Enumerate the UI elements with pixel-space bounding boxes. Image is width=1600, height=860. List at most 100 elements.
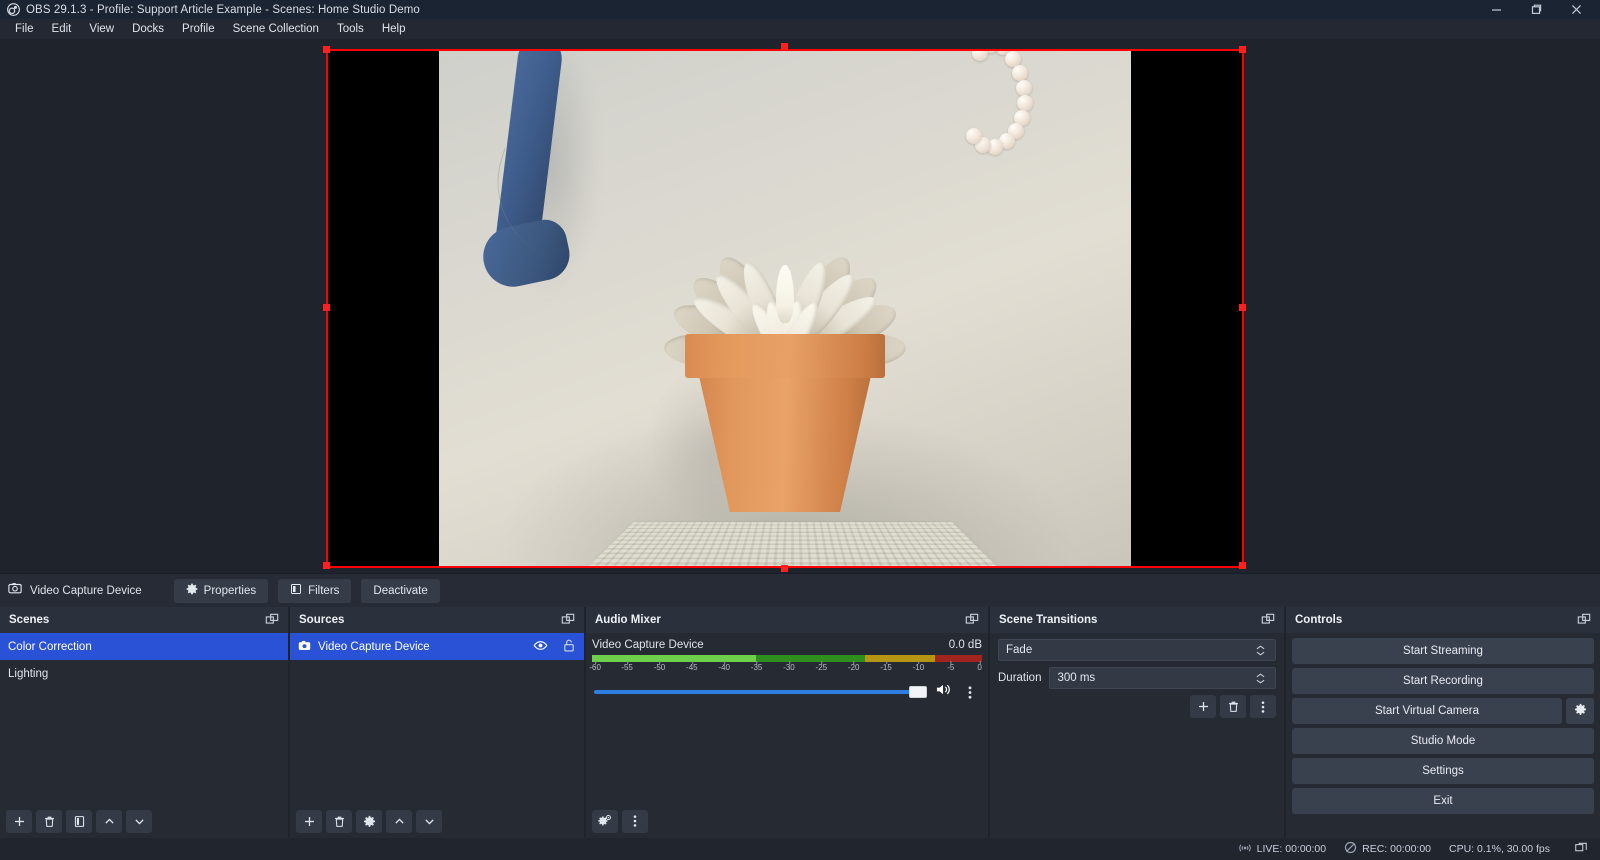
duration-label: Duration bbox=[998, 672, 1042, 684]
preview-canvas[interactable] bbox=[326, 49, 1244, 568]
scenes-dock-title: Scenes bbox=[9, 614, 50, 626]
unlock-icon[interactable] bbox=[562, 638, 576, 656]
restore-icon[interactable] bbox=[1516, 0, 1556, 19]
sources-toolbar bbox=[290, 804, 584, 838]
controls-row: Exit bbox=[1292, 788, 1594, 814]
audio-slider-row bbox=[592, 682, 982, 702]
spinner-arrows-icon[interactable] bbox=[1253, 667, 1268, 689]
filters-icon bbox=[290, 583, 302, 598]
controls-button-list: Start Streaming Start Recording Start Vi… bbox=[1286, 633, 1600, 819]
undock-icon[interactable] bbox=[265, 613, 279, 627]
volume-slider[interactable] bbox=[594, 683, 927, 701]
move-scene-down-button[interactable] bbox=[126, 809, 152, 833]
terracotta-pot bbox=[651, 334, 885, 520]
resize-grip-icon[interactable] bbox=[1574, 842, 1588, 856]
menu-item-docks[interactable]: Docks bbox=[123, 21, 173, 37]
deactivate-button-label: Deactivate bbox=[373, 584, 428, 597]
start-streaming-button[interactable]: Start Streaming bbox=[1292, 638, 1594, 664]
start-recording-button[interactable]: Start Recording bbox=[1292, 668, 1594, 694]
add-source-button[interactable] bbox=[296, 809, 322, 833]
camera-icon bbox=[8, 581, 22, 600]
transition-duration-row: Duration 300 ms bbox=[990, 661, 1284, 689]
transition-select[interactable]: Fade bbox=[998, 639, 1276, 661]
menu-item-scene-collection[interactable]: Scene Collection bbox=[224, 21, 328, 37]
undock-icon[interactable] bbox=[965, 613, 979, 627]
deactivate-button[interactable]: Deactivate bbox=[361, 578, 440, 603]
duration-value: 300 ms bbox=[1057, 672, 1096, 684]
gear-icon bbox=[1574, 703, 1587, 719]
transition-menu-button[interactable] bbox=[1250, 695, 1276, 718]
remove-scene-button[interactable] bbox=[36, 809, 62, 833]
undock-icon[interactable] bbox=[1261, 613, 1275, 627]
scene-item-color-correction[interactable]: Color Correction bbox=[0, 633, 288, 660]
menu-item-edit[interactable]: Edit bbox=[43, 21, 81, 37]
move-source-up-button[interactable] bbox=[386, 809, 412, 833]
controls-row: Start Recording bbox=[1292, 668, 1594, 694]
exit-button[interactable]: Exit bbox=[1292, 788, 1594, 814]
meter-tick: -45 bbox=[686, 661, 698, 672]
eye-icon[interactable] bbox=[533, 638, 548, 656]
audio-mixer-toolbar bbox=[586, 804, 988, 838]
controls-dock-header: Controls bbox=[1286, 607, 1600, 633]
scene-filters-button[interactable] bbox=[66, 809, 92, 833]
audio-track-level: 0.0 dB bbox=[948, 639, 982, 651]
undock-icon[interactable] bbox=[1577, 613, 1591, 627]
vertical-dots-icon[interactable] bbox=[960, 685, 980, 700]
duration-input[interactable]: 300 ms bbox=[1049, 667, 1276, 689]
start-virtual-camera-button[interactable]: Start Virtual Camera bbox=[1292, 698, 1562, 724]
menu-item-help[interactable]: Help bbox=[373, 21, 415, 37]
source-properties-button[interactable] bbox=[356, 809, 382, 833]
chevron-updown-icon[interactable] bbox=[1253, 639, 1268, 661]
audio-meter-ticks: -60 -55 -50 -45 -40 -35 -30 -25 -20 -15 … bbox=[589, 661, 982, 676]
scene-transitions-buttons bbox=[990, 689, 1284, 718]
scene-item-lighting[interactable]: Lighting bbox=[0, 660, 288, 687]
broadcast-icon bbox=[1238, 842, 1252, 857]
meter-tick: -25 bbox=[815, 661, 828, 672]
audio-mixer-body: Video Capture Device 0.0 dB -60 -55 -50 … bbox=[586, 633, 988, 804]
audio-mixer-menu-button[interactable] bbox=[622, 809, 648, 833]
title-bar: OBS 29.1.3 - Profile: Support Article Ex… bbox=[0, 0, 1600, 19]
remove-transition-button[interactable] bbox=[1220, 695, 1246, 718]
advanced-audio-properties-button[interactable] bbox=[592, 809, 618, 833]
audio-mixer-dock-title: Audio Mixer bbox=[595, 614, 661, 626]
controls-row: Settings bbox=[1292, 758, 1594, 784]
scenes-list[interactable]: Color Correction Lighting bbox=[0, 633, 288, 804]
meter-tick: -15 bbox=[880, 661, 892, 672]
move-source-down-button[interactable] bbox=[416, 809, 442, 833]
controls-body: Start Streaming Start Recording Start Vi… bbox=[1286, 633, 1600, 838]
audio-track-video-capture-device: Video Capture Device 0.0 dB -60 -55 -50 … bbox=[586, 633, 988, 702]
add-transition-button[interactable] bbox=[1190, 695, 1216, 718]
undock-icon[interactable] bbox=[561, 613, 575, 627]
scene-transitions-dock-header: Scene Transitions bbox=[990, 607, 1284, 633]
selected-source-name: Video Capture Device bbox=[30, 584, 142, 597]
audio-track-name: Video Capture Device bbox=[592, 639, 704, 651]
settings-button[interactable]: Settings bbox=[1292, 758, 1594, 784]
meter-tick: -40 bbox=[718, 661, 730, 672]
speaker-icon[interactable] bbox=[935, 682, 952, 702]
virtual-camera-config-button[interactable] bbox=[1566, 698, 1594, 724]
menu-item-tools[interactable]: Tools bbox=[328, 21, 373, 37]
preview-area[interactable] bbox=[0, 39, 1600, 573]
menu-item-view[interactable]: View bbox=[80, 21, 123, 37]
meter-tick: -50 bbox=[653, 661, 666, 672]
audio-level-meter bbox=[592, 655, 982, 662]
menu-item-profile[interactable]: Profile bbox=[173, 21, 224, 37]
studio-mode-button[interactable]: Studio Mode bbox=[1292, 728, 1594, 754]
source-properties-button[interactable]: Properties bbox=[173, 578, 269, 603]
menu-item-file[interactable]: File bbox=[6, 21, 43, 37]
scene-transitions-dock: Scene Transitions Fade Duration 300 ms bbox=[990, 607, 1284, 838]
minimize-icon[interactable] bbox=[1476, 0, 1516, 19]
scene-transitions-dock-title: Scene Transitions bbox=[999, 614, 1098, 626]
sources-dock-header: Sources bbox=[290, 607, 584, 633]
meter-tick: -5 bbox=[947, 661, 955, 672]
source-item-video-capture-device[interactable]: Video Capture Device bbox=[290, 633, 584, 660]
source-item-label: Video Capture Device bbox=[318, 640, 430, 653]
close-icon[interactable] bbox=[1556, 0, 1596, 19]
source-item-icons bbox=[533, 638, 576, 656]
source-filters-button[interactable]: Filters bbox=[278, 578, 352, 603]
sources-list[interactable]: Video Capture Device bbox=[290, 633, 584, 804]
move-scene-up-button[interactable] bbox=[96, 809, 122, 833]
remove-source-button[interactable] bbox=[326, 809, 352, 833]
add-scene-button[interactable] bbox=[6, 809, 32, 833]
rec-status-text: REC: 00:00:00 bbox=[1362, 843, 1432, 855]
